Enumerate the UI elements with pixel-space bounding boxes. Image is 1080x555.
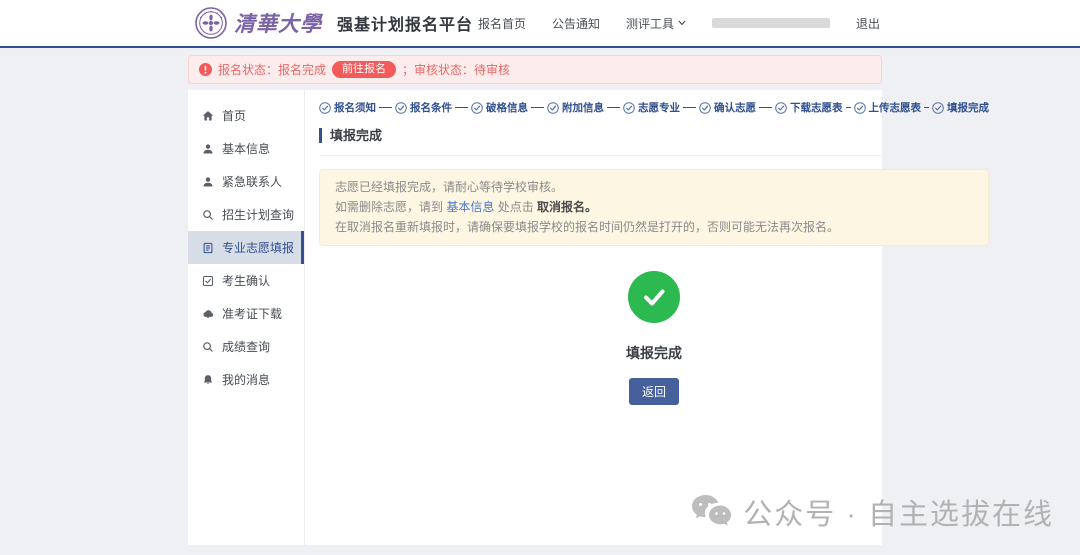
sidebar-item-candidate-confirm[interactable]: 考生确认 (188, 264, 304, 297)
basic-info-link[interactable]: 基本信息 (446, 200, 494, 214)
step-check-icon (319, 102, 331, 114)
go-register-button[interactable]: 前往报名 (332, 61, 396, 78)
bell-icon (202, 373, 215, 386)
nav-announcements[interactable]: 公告通知 (552, 15, 600, 32)
step-connector (924, 107, 929, 108)
notice-line-3: 在取消报名重新填报时，请确保要填报学校的报名时间仍然是打开的，否则可能无法再次报… (335, 218, 973, 238)
search-icon (202, 208, 215, 221)
step-check-icon (471, 102, 483, 114)
cancel-registration-text: 取消报名。 (537, 200, 597, 214)
sidebar-item-plan-query[interactable]: 招生计划查询 (188, 198, 304, 231)
success-section: 填报完成 返回 (319, 271, 989, 405)
step-item: 报名条件 (395, 100, 452, 115)
nav-register-home[interactable]: 报名首页 (478, 15, 526, 32)
sidebar-item-major-preference[interactable]: 专业志愿填报 (188, 231, 304, 264)
step-item: 填报完成 (932, 100, 989, 115)
success-check-icon (628, 271, 680, 323)
step-item: 破格信息 (471, 100, 528, 115)
step-connector (607, 107, 620, 108)
step-item: 附加信息 (547, 100, 604, 115)
header: 清華大學 强基计划报名平台 报名首页 公告通知 测评工具 退出 (0, 0, 1080, 46)
cloud-download-icon (202, 307, 215, 320)
form-icon (202, 241, 215, 254)
sidebar-item-basic-info[interactable]: 基本信息 (188, 132, 304, 165)
notice-line-1: 志愿已经填报完成，请耐心等待学校审核。 (335, 178, 973, 198)
home-icon (202, 109, 215, 122)
notice-box: 志愿已经填报完成，请耐心等待学校审核。 如需删除志愿，请到 基本信息 处点击 取… (319, 169, 989, 246)
sidebar-item-score-query[interactable]: 成绩查询 (188, 330, 304, 363)
step-check-icon (547, 102, 559, 114)
step-item: 下载志愿表 (775, 100, 843, 115)
header-divider (0, 46, 1080, 48)
step-connector (846, 107, 851, 108)
sidebar-item-ticket-download[interactable]: 准考证下载 (188, 297, 304, 330)
step-connector (531, 107, 544, 108)
sidebar: 首页 基本信息 紧急联系人 招生计划查询 专业志愿填报 考生确认 准考证下载 成… (188, 90, 305, 545)
title-divider (319, 155, 989, 156)
platform-title: 强基计划报名平台 (337, 11, 473, 35)
step-item: 志愿专业 (623, 100, 680, 115)
sidebar-item-home[interactable]: 首页 (188, 99, 304, 132)
main-content: 报名须知 报名条件 破格信息 附加信息 (305, 90, 1003, 545)
step-connector (379, 107, 392, 108)
sidebar-item-emergency-contact[interactable]: 紧急联系人 (188, 165, 304, 198)
sidebar-item-my-messages[interactable]: 我的消息 (188, 363, 304, 396)
logo: 清華大學 强基计划报名平台 (195, 7, 473, 39)
step-check-icon (854, 102, 866, 114)
user-name-redacted (712, 18, 830, 28)
logout-button[interactable]: 退出 (856, 15, 880, 32)
step-check-icon (699, 102, 711, 114)
step-item: 报名须知 (319, 100, 376, 115)
chevron-down-icon (678, 20, 686, 26)
user-icon (202, 142, 215, 155)
user-icon (202, 175, 215, 188)
review-status-text: ；审核状态：待审核 (402, 61, 510, 78)
search-icon (202, 340, 215, 353)
back-button[interactable]: 返回 (629, 378, 679, 405)
university-name: 清華大學 (234, 8, 322, 38)
info-icon (199, 63, 212, 76)
step-item: 上传志愿表 (854, 100, 922, 115)
step-indicator: 报名须知 报名条件 破格信息 附加信息 (319, 100, 989, 115)
step-check-icon (932, 102, 944, 114)
step-check-icon (775, 102, 787, 114)
step-connector (455, 107, 468, 108)
top-nav: 报名首页 公告通知 测评工具 退出 (478, 15, 880, 32)
content-panel: 首页 基本信息 紧急联系人 招生计划查询 专业志愿填报 考生确认 准考证下载 成… (188, 90, 882, 545)
step-connector (683, 107, 696, 108)
step-check-icon (395, 102, 407, 114)
success-title: 填报完成 (319, 343, 989, 363)
university-seal-icon (195, 7, 227, 39)
notice-line-2: 如需删除志愿，请到 基本信息 处点击 取消报名。 (335, 198, 973, 218)
step-check-icon (623, 102, 635, 114)
page-title: 填报完成 (319, 128, 989, 143)
registration-status-text: 报名状态：报名完成 (218, 61, 326, 78)
check-square-icon (202, 274, 215, 287)
status-alert: 报名状态：报名完成 前往报名 ；审核状态：待审核 (188, 55, 882, 84)
nav-eval-tools[interactable]: 测评工具 (626, 15, 686, 32)
step-item: 确认志愿 (699, 100, 756, 115)
step-connector (759, 107, 772, 108)
